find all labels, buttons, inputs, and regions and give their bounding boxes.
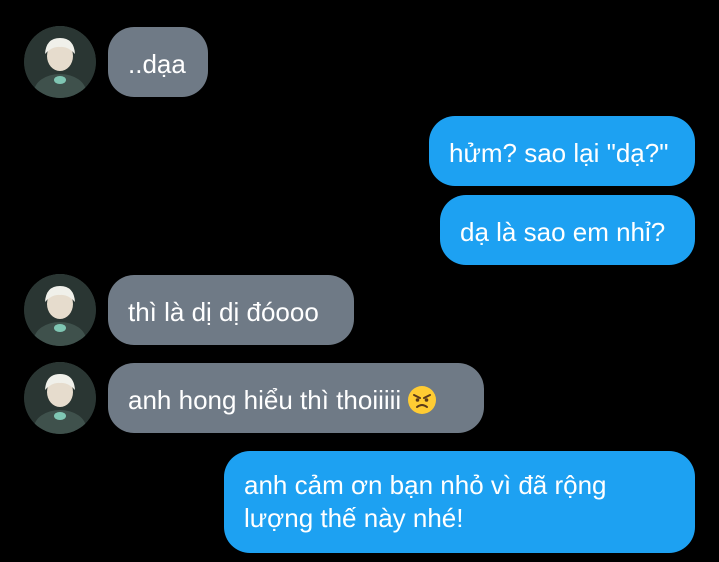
person-avatar-icon bbox=[24, 274, 96, 346]
message-text-line: lượng thế này nhé! bbox=[244, 503, 464, 533]
angry-face-icon bbox=[407, 385, 437, 415]
message-text: hửm? sao lại "dạ?" bbox=[449, 138, 669, 169]
outgoing-message-bubble[interactable]: hửm? sao lại "dạ?" bbox=[429, 116, 695, 186]
person-avatar-icon bbox=[24, 362, 96, 434]
message-text: thì là dị dị đóooo bbox=[128, 297, 319, 328]
message-text-line: anh cảm ơn bạn nhỏ vì đã rộng bbox=[244, 470, 607, 500]
person-avatar-icon bbox=[24, 26, 96, 98]
message-text: anh hong hiểu thì thoiiiii bbox=[128, 385, 402, 416]
incoming-message-bubble[interactable]: anh hong hiểu thì thoiiiii bbox=[108, 363, 484, 433]
contact-avatar[interactable] bbox=[24, 362, 96, 434]
outgoing-message-bubble[interactable]: anh cảm ơn bạn nhỏ vì đã rộng lượng thế … bbox=[224, 451, 695, 553]
message-text: ..dạa bbox=[128, 49, 186, 80]
contact-avatar[interactable] bbox=[24, 26, 96, 98]
incoming-message-bubble[interactable]: ..dạa bbox=[108, 27, 208, 97]
message-text: dạ là sao em nhỉ? bbox=[460, 217, 666, 248]
contact-avatar[interactable] bbox=[24, 274, 96, 346]
incoming-message-bubble[interactable]: thì là dị dị đóooo bbox=[108, 275, 354, 345]
outgoing-message-bubble[interactable]: dạ là sao em nhỉ? bbox=[440, 195, 695, 265]
